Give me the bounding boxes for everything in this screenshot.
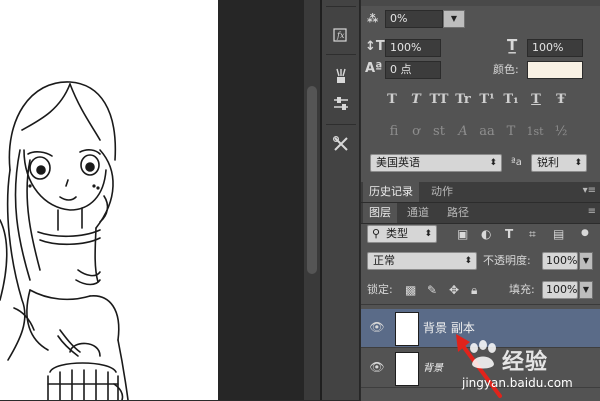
fill-field[interactable]: 100%	[542, 281, 578, 299]
titling-button[interactable]: T	[500, 122, 522, 142]
paw-logo-icon	[470, 340, 496, 369]
ordinals-button[interactable]: 1st	[524, 122, 546, 142]
all-caps-button[interactable]: TT	[428, 90, 450, 110]
svg-text:fx: fx	[336, 31, 345, 40]
blend-mode-value: 正常	[373, 254, 395, 267]
layer-thumbnail	[395, 312, 419, 346]
strip-separator	[326, 54, 356, 55]
lock-all-icon[interactable]: 🔒︎	[471, 281, 477, 299]
faux-italic-button[interactable]: T	[405, 90, 427, 110]
tab-history[interactable]: 历史记录	[363, 182, 419, 202]
tracking-dropdown-button[interactable]: ▼	[443, 10, 465, 28]
layers-tab-bar: 图层 通道 路径 ≡	[361, 203, 600, 224]
panel-menu-icon[interactable]: ≡	[588, 205, 596, 219]
baseline-shift-icon: Aª	[365, 61, 383, 76]
fill-value: 100%	[546, 283, 578, 296]
old-style-button[interactable]: ơ	[405, 122, 427, 142]
horizontal-scale-value: 100%	[532, 41, 564, 54]
history-tab-bar: 历史记录 动作 ▾≡	[361, 182, 600, 203]
fill-label: 填充:	[509, 283, 535, 296]
small-caps-button[interactable]: Tr	[452, 90, 474, 110]
tracking-field[interactable]: 0%	[385, 10, 443, 28]
tab-actions[interactable]: 动作	[425, 182, 459, 202]
visibility-eye-icon[interactable]: 👁︎	[369, 360, 385, 374]
blend-mode-select[interactable]: 正常 ⬍	[367, 252, 477, 270]
select-arrow-icon: ⬍	[489, 158, 497, 168]
tab-layers[interactable]: 图层	[363, 203, 397, 223]
strikethrough-button[interactable]: Ŧ	[550, 90, 572, 110]
strip-separator	[326, 6, 356, 7]
adjustment-filter-icon[interactable]: ◐	[481, 225, 491, 243]
filter-type-value: 类型	[386, 227, 408, 240]
watermark-url: jingyan.baidu.com	[462, 376, 573, 390]
tracking-value: 0%	[390, 12, 408, 25]
panel-top-edge	[361, 0, 600, 6]
vertical-scale-icon: ↕T	[365, 39, 385, 54]
antialias-select[interactable]: 锐利 ⬍	[531, 154, 587, 172]
vertical-scale-field[interactable]: 100%	[385, 39, 441, 57]
opacity-field[interactable]: 100%	[542, 252, 578, 270]
text-color-swatch[interactable]	[527, 61, 583, 79]
lock-label: 锁定:	[367, 283, 393, 296]
opentype-buttons: fi ơ st A aa T 1st ½	[361, 122, 600, 142]
visibility-eye-icon[interactable]: 👁︎	[369, 320, 385, 334]
fractions-button[interactable]: ½	[550, 122, 572, 142]
tools-icon[interactable]	[329, 132, 353, 156]
select-arrow-icon: ⬍	[424, 229, 432, 239]
pixel-filter-icon[interactable]: ▣	[457, 225, 468, 243]
lock-transparent-icon[interactable]: ▩	[405, 281, 416, 299]
opacity-value: 100%	[546, 254, 578, 267]
strip-separator	[326, 124, 356, 125]
swash-button[interactable]: A	[452, 122, 474, 142]
titling-alternates-button[interactable]: aa	[476, 122, 498, 142]
type-style-buttons: T T TT Tr T¹ T₁ T Ŧ	[361, 90, 600, 110]
vertical-scale-value: 100%	[390, 41, 422, 54]
ligatures-button[interactable]: fi	[383, 122, 405, 142]
select-arrow-icon: ⬍	[574, 158, 582, 168]
underline-button[interactable]: T	[525, 90, 547, 110]
tracking-icon: ⁂	[367, 12, 379, 25]
adjustments-icon[interactable]	[329, 92, 353, 116]
antialias-icon: ªa	[511, 157, 522, 168]
search-icon: ⚲	[372, 227, 381, 240]
horizontal-scale-icon: T̲	[507, 36, 518, 54]
language-value: 美国英语	[376, 156, 420, 169]
fx-icon[interactable]: fx	[329, 22, 353, 46]
watermark-brand: 经验	[502, 350, 549, 375]
stylistic-alternates-button[interactable]: st	[428, 122, 450, 142]
scrollbar-thumb[interactable]	[307, 86, 317, 274]
panel-icon-strip: fx	[322, 0, 360, 400]
sketch-illustration	[0, 81, 129, 400]
select-arrow-icon: ⬍	[464, 256, 472, 266]
tab-channels[interactable]: 通道	[401, 203, 435, 223]
baseline-shift-value: 0 点	[390, 63, 412, 76]
layer-filter-select[interactable]: ⚲ 类型 ⬍	[367, 225, 437, 243]
opacity-dropdown-button[interactable]: ▼	[579, 252, 593, 270]
type-filter-icon[interactable]: T	[505, 225, 513, 243]
antialias-value: 锐利	[537, 156, 559, 169]
color-label: 颜色:	[493, 63, 519, 76]
superscript-button[interactable]: T¹	[476, 90, 498, 110]
language-select[interactable]: 美国英语 ⬍	[370, 154, 502, 172]
lock-position-icon[interactable]: ✥	[449, 281, 459, 299]
lock-image-icon[interactable]: ✎	[427, 281, 437, 299]
subscript-button[interactable]: T₁	[500, 90, 522, 110]
faux-bold-button[interactable]: T	[381, 90, 403, 110]
document-canvas[interactable]	[0, 0, 218, 400]
baseline-shift-field[interactable]: 0 点	[385, 61, 441, 79]
workspace-background	[218, 0, 304, 400]
shape-filter-icon[interactable]: ⌗	[529, 225, 536, 243]
layer-thumbnail	[395, 352, 419, 386]
tab-paths[interactable]: 路径	[441, 203, 475, 223]
brush-presets-icon[interactable]	[329, 64, 353, 88]
filter-toggle-icon[interactable]: ●	[581, 224, 589, 242]
watermark: 经验 jingyan.baidu.com	[458, 326, 600, 400]
horizontal-scale-field[interactable]: 100%	[527, 39, 583, 57]
fill-dropdown-button[interactable]: ▼	[579, 281, 593, 299]
opacity-label: 不透明度:	[483, 254, 531, 267]
panel-menu-icon[interactable]: ▾≡	[583, 184, 596, 198]
smart-object-filter-icon[interactable]: ▤	[553, 225, 564, 243]
